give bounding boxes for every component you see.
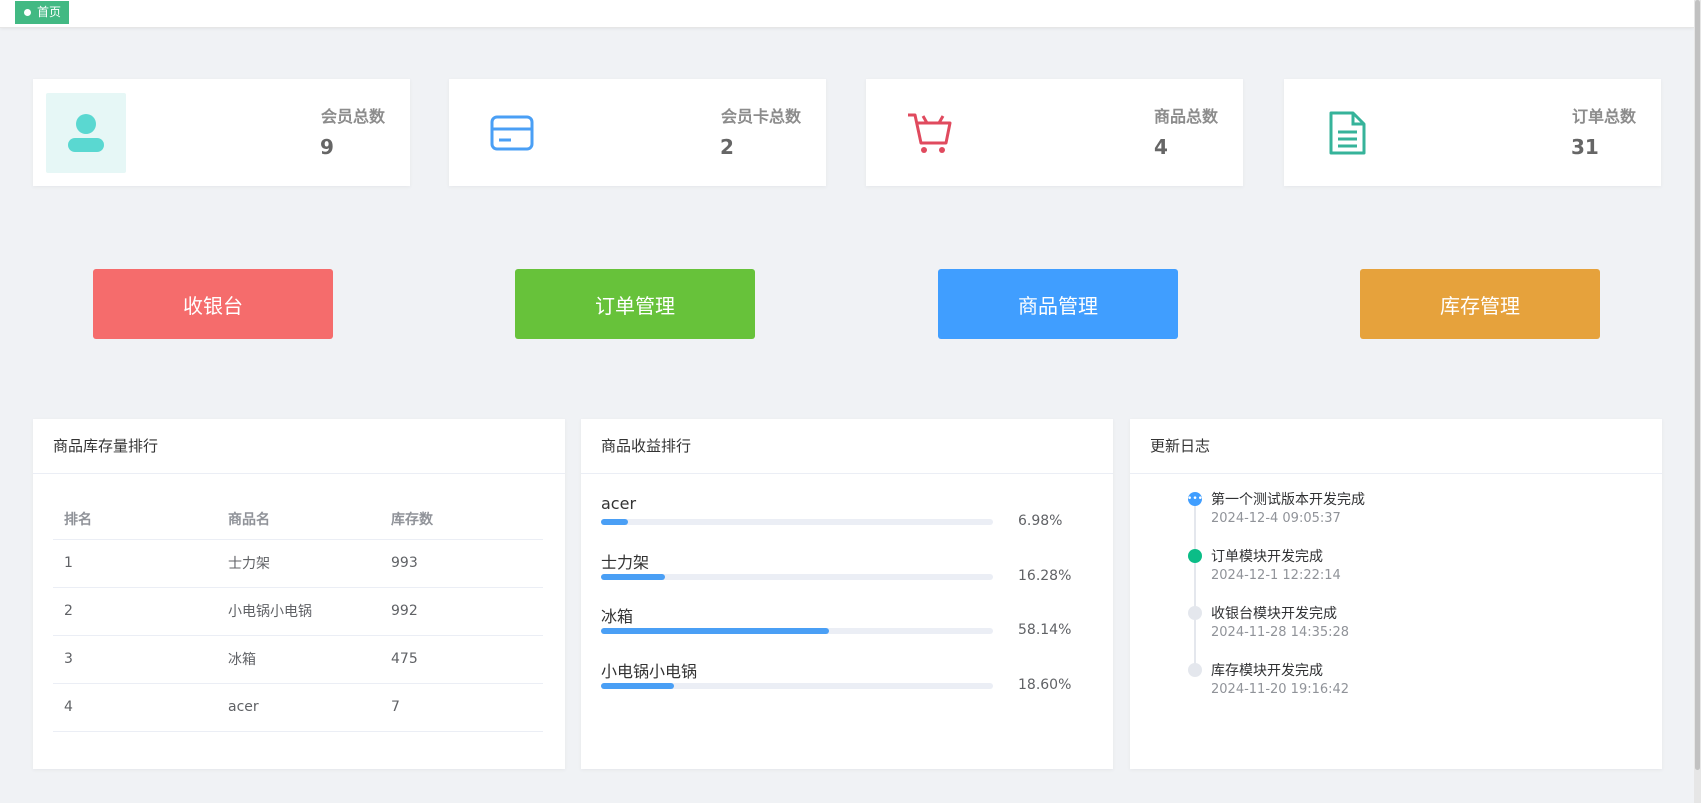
revenue-item: 冰箱 58.14%	[601, 603, 1091, 638]
rank-cell: 3	[53, 635, 217, 684]
stat-label: 会员总数	[320, 107, 385, 126]
stat-label: 会员卡总数	[720, 107, 801, 126]
order-management-button[interactable]: 订单管理	[515, 269, 755, 339]
product-management-button[interactable]: 商品管理	[938, 269, 1178, 339]
table-row[interactable]: 3 冰箱 475	[53, 635, 543, 684]
stat-label: 商品总数	[1153, 107, 1218, 126]
revenue-item-percent: 6.98%	[1018, 513, 1063, 529]
product-name-cell: 士力架	[217, 539, 380, 588]
revenue-progress-fill	[601, 683, 674, 689]
revenue-progress-fill	[601, 519, 629, 525]
revenue-progress-track	[601, 574, 993, 580]
panel-title: 商品收益排行	[581, 419, 1113, 474]
shopping-cart-icon	[889, 93, 969, 173]
table-row[interactable]: 1 士力架 993	[53, 539, 543, 588]
inventory-management-button[interactable]: 库存管理	[1360, 269, 1600, 339]
revenue-item-percent: 16.28%	[1018, 568, 1072, 584]
timeline-item-time: 2024-11-28 14:35:28	[1211, 625, 1350, 640]
stock-cell: 475	[380, 635, 543, 684]
stat-card-products: 商品总数 4	[866, 79, 1243, 186]
rank-cell: 2	[53, 587, 217, 636]
cashier-button[interactable]: 收银台	[93, 269, 333, 339]
tab-home-label: 首页	[37, 5, 62, 19]
revenue-item: acer 6.98%	[601, 494, 1091, 529]
stat-value: 31	[1571, 135, 1599, 159]
timeline-item-time: 2024-12-4 09:05:37	[1211, 511, 1341, 526]
revenue-item-percent: 18.60%	[1018, 677, 1072, 693]
credit-card-icon	[472, 93, 552, 173]
revenue-progress-track	[601, 683, 993, 689]
changelog-panel: 更新日志 ••• 第一个测试版本开发完成 2024-12-4 09:05:37 …	[1130, 419, 1662, 769]
timeline-item-time: 2024-11-20 19:16:42	[1211, 682, 1350, 697]
user-icon	[46, 93, 126, 173]
revenue-progress-fill	[601, 574, 665, 580]
timeline-node-icon	[1188, 606, 1202, 620]
stat-card-member-cards: 会员卡总数 2	[449, 79, 826, 186]
stat-value: 9	[320, 135, 334, 159]
timeline-line	[1194, 499, 1196, 671]
stock-ranking-table: 排名 商品名 库存数 1 士力架 993 2 小电锅小电锅 992 3 冰箱 4…	[53, 499, 543, 732]
table-row[interactable]: 4 acer 7	[53, 683, 543, 732]
revenue-item-percent: 58.14%	[1018, 622, 1072, 638]
revenue-progress-track	[601, 519, 993, 525]
stock-cell: 992	[380, 587, 543, 636]
revenue-progress-fill	[601, 628, 829, 634]
timeline-item-text: 订单模块开发完成	[1211, 549, 1323, 565]
table-header-row: 排名 商品名 库存数	[53, 499, 543, 540]
stock-cell: 7	[380, 683, 543, 732]
vertical-scrollbar[interactable]	[1694, 0, 1701, 803]
timeline-item-text: 库存模块开发完成	[1211, 663, 1323, 679]
stat-label: 订单总数	[1571, 107, 1636, 126]
stock-cell: 993	[380, 539, 543, 588]
stat-card-orders: 订单总数 31	[1284, 79, 1661, 186]
panel-title: 更新日志	[1130, 419, 1662, 474]
timeline-node-icon	[1188, 663, 1202, 677]
timeline-item-time: 2024-12-1 12:22:14	[1211, 568, 1341, 583]
product-name-cell: 冰箱	[217, 635, 380, 684]
stat-card-members: 会员总数 9	[33, 79, 410, 186]
scrollbar-thumb[interactable]	[1695, 0, 1700, 770]
product-name-cell: acer	[217, 683, 380, 732]
timeline-node-more-icon: •••	[1187, 492, 1203, 506]
column-header[interactable]: 库存数	[380, 499, 543, 540]
stat-value: 2	[720, 135, 734, 159]
rank-cell: 1	[53, 539, 217, 588]
revenue-item: 小电锅小电锅 18.60%	[601, 658, 1091, 693]
timeline-item-text: 收银台模块开发完成	[1211, 606, 1337, 622]
column-header[interactable]: 排名	[53, 499, 217, 540]
product-name-cell: 小电锅小电锅	[217, 587, 380, 636]
column-header[interactable]: 商品名	[217, 499, 380, 540]
document-icon	[1307, 93, 1387, 173]
stat-value: 4	[1154, 135, 1168, 159]
tab-home[interactable]: 首页	[15, 1, 70, 24]
rank-cell: 4	[53, 683, 217, 732]
active-dot-icon	[24, 9, 31, 16]
panel-title: 商品库存量排行	[33, 419, 565, 474]
table-row[interactable]: 2 小电锅小电锅 992	[53, 587, 543, 636]
revenue-item: 士力架 16.28%	[601, 549, 1091, 584]
stock-ranking-panel: 商品库存量排行 排名 商品名 库存数 1 士力架 993 2 小电锅小电锅 99…	[33, 419, 565, 769]
revenue-progress-track	[601, 628, 993, 634]
timeline-item-text: 第一个测试版本开发完成	[1211, 492, 1365, 508]
tags-bar: 首页	[0, 0, 1694, 28]
timeline-node-icon	[1188, 549, 1202, 563]
revenue-ranking-panel: 商品收益排行 acer 6.98% 士力架 16.28% 冰箱 58.14% 小…	[581, 419, 1113, 769]
